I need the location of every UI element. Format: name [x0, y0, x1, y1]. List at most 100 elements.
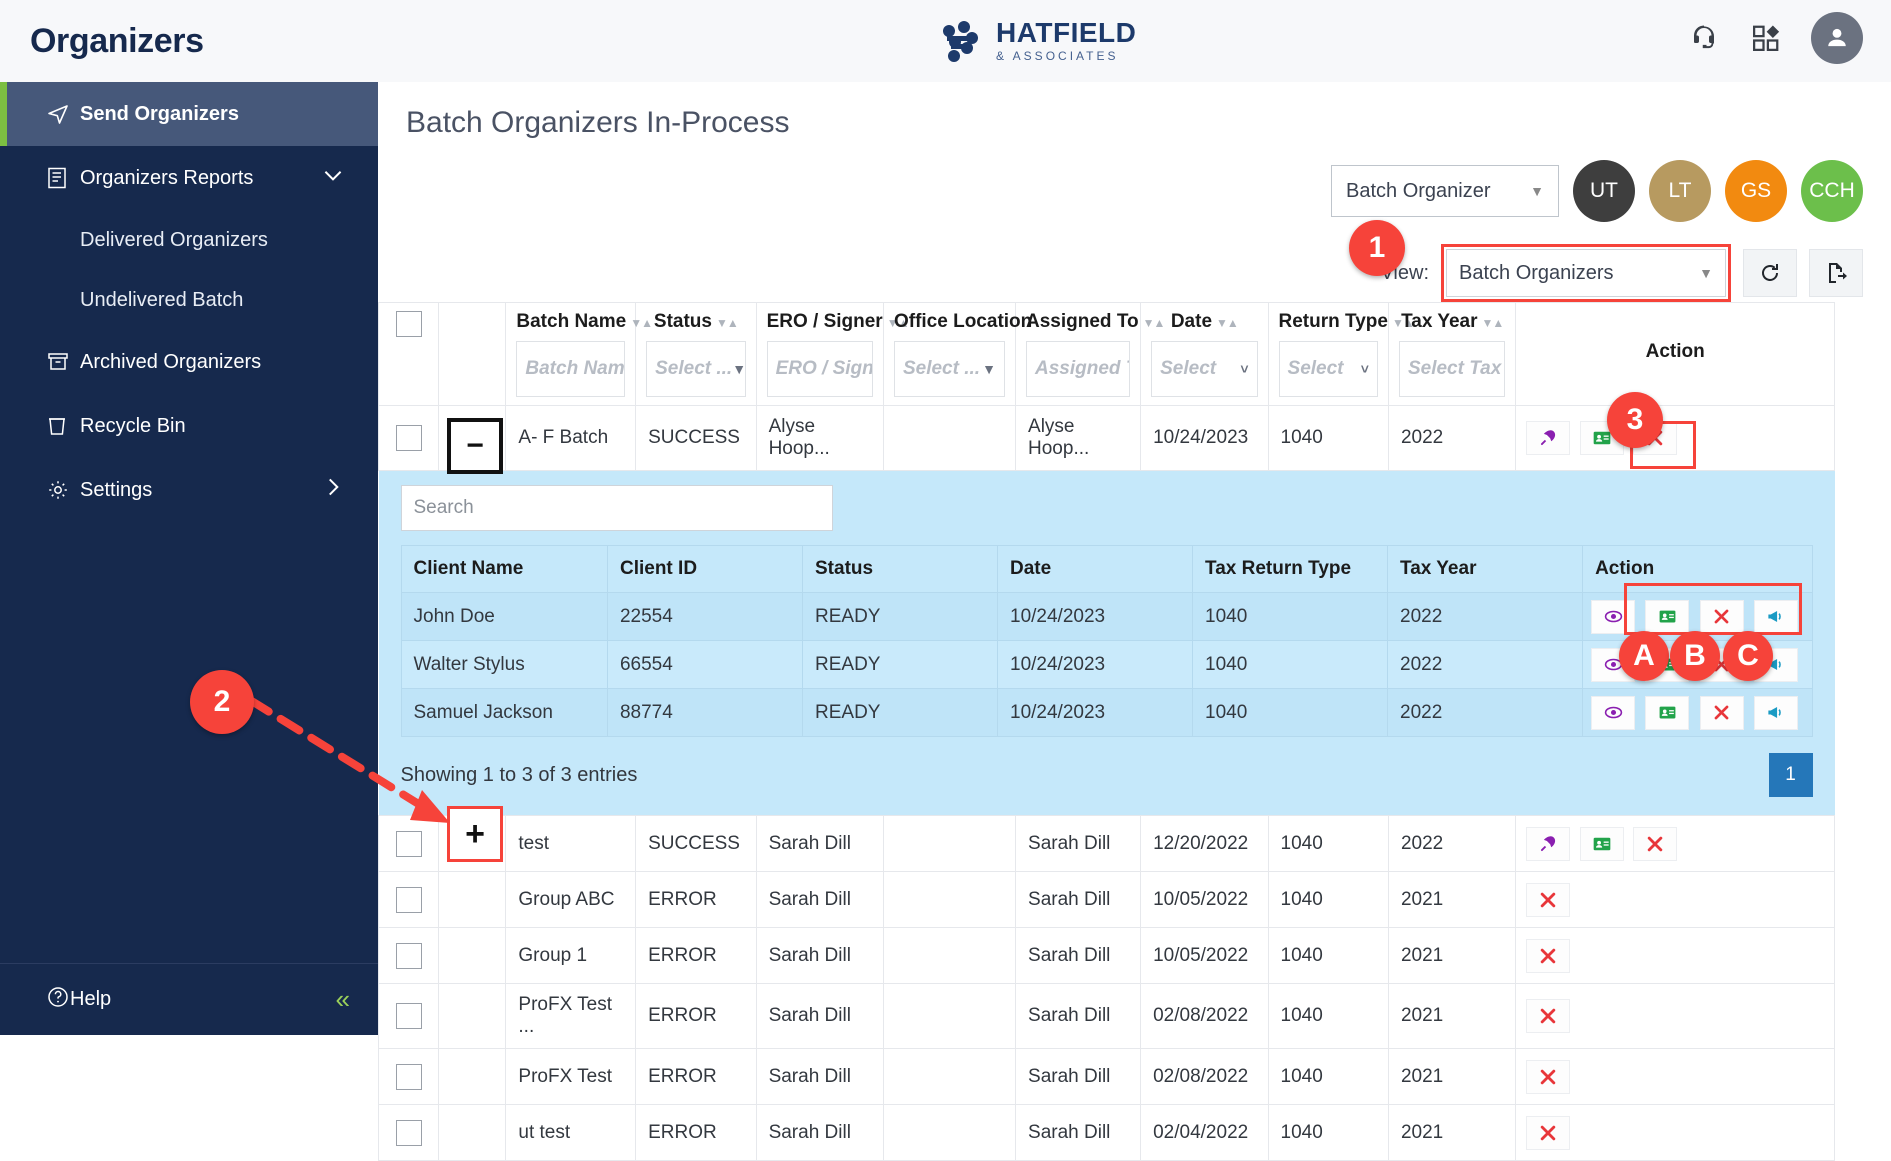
select-all-checkbox[interactable] — [395, 311, 422, 337]
view-dropdown-value: Batch Organizers — [1459, 261, 1614, 284]
delete-x-icon[interactable] — [1526, 1115, 1571, 1150]
collapse-minus-glyph[interactable]: − — [447, 418, 503, 474]
cell-status: SUCCESS — [635, 405, 757, 471]
filter-return-type[interactable]: Select ˅ — [1278, 341, 1378, 397]
cell-status: ERROR — [635, 927, 757, 984]
sub-table-search-input[interactable]: Search — [400, 485, 833, 531]
filter-batch-name[interactable]: Batch Name — [516, 341, 626, 397]
product-pill-lt[interactable]: LT — [1649, 160, 1711, 222]
sidebar-item-delivered-organizers[interactable]: Delivered Organizers — [0, 210, 378, 270]
table-row[interactable]: ProFX Test ERROR Sarah Dill Sarah Dill 0… — [377, 1048, 1835, 1105]
cell-actions — [1515, 927, 1835, 984]
sort-icon[interactable]: ▼▲ — [716, 316, 739, 330]
row-checkbox[interactable] — [395, 1119, 422, 1146]
cell-ero-signer: Sarah Dill — [755, 871, 884, 928]
filter-status[interactable]: Select ... ▼ — [646, 341, 746, 397]
cell-assigned-to: Alyse Hoop... — [1015, 405, 1142, 471]
cell-tax-year: 2021 — [1387, 927, 1517, 984]
app-title: Organizers — [30, 21, 204, 60]
filter-ero-signer[interactable]: ERO / Signer — [766, 341, 873, 397]
table-row[interactable]: ut test ERROR Sarah Dill Sarah Dill 02/0… — [377, 1104, 1835, 1161]
delete-x-icon[interactable] — [1526, 999, 1571, 1033]
product-pill-cch[interactable]: CCH — [1801, 160, 1863, 222]
sort-icon[interactable]: ▼▲ — [1216, 316, 1239, 330]
preview-eye-icon[interactable] — [1591, 599, 1636, 634]
marker-label: 1 — [1368, 231, 1386, 264]
product-pill-gs[interactable]: GS — [1725, 160, 1787, 222]
sidebar-item-organizers-reports[interactable]: Organizers Reports — [0, 146, 378, 210]
sub-table-row[interactable]: Walter Stylus 66554 READY 10/24/2023 104… — [400, 640, 1813, 689]
marker-label: 2 — [213, 685, 231, 718]
row-checkbox[interactable] — [395, 830, 422, 857]
sidebar-item-undelivered-batch[interactable]: Undelivered Batch — [0, 270, 378, 330]
view-dropdown[interactable]: Batch Organizers ▼ — [1446, 249, 1726, 297]
headset-icon[interactable] — [1687, 21, 1721, 55]
sub-cell-date: 10/24/2023 — [997, 688, 1194, 737]
sidebar-item-send-organizers[interactable]: Send Organizers — [0, 82, 378, 146]
chevrons-left-icon[interactable]: « — [336, 984, 350, 1015]
sidebar-item-archived-organizers[interactable]: Archived Organizers — [0, 330, 378, 394]
row-checkbox[interactable] — [395, 1003, 422, 1029]
user-avatar-icon[interactable] — [1811, 12, 1863, 64]
pagination-page-1[interactable]: 1 — [1768, 753, 1813, 797]
sidebar-item-recycle-bin[interactable]: Recycle Bin — [0, 394, 378, 458]
sub-cell-client-id: 66554 — [606, 640, 804, 689]
megaphone-icon[interactable] — [1753, 695, 1798, 730]
cell-tax-year: 2021 — [1387, 871, 1517, 928]
filter-tax-year[interactable]: Select Tax Year...▼ — [1398, 341, 1506, 397]
rocket-icon[interactable] — [1526, 826, 1571, 861]
row-checkbox[interactable] — [395, 886, 422, 913]
cell-actions — [1515, 405, 1835, 471]
refresh-icon[interactable] — [1743, 249, 1797, 297]
apps-grid-icon[interactable] — [1749, 21, 1783, 55]
contact-card-icon[interactable] — [1645, 695, 1690, 730]
cell-batch-name: ut test — [505, 1104, 637, 1161]
contact-card-icon[interactable] — [1645, 599, 1690, 634]
row-checkbox[interactable] — [395, 425, 422, 451]
batch-organizer-select[interactable]: Batch Organizer ▼ — [1331, 165, 1559, 217]
cell-date: 10/05/2022 — [1140, 927, 1269, 984]
annotation-marker-a: A — [1619, 631, 1669, 681]
sub-table-row[interactable]: John Doe 22554 READY 10/24/2023 1040 202… — [400, 592, 1813, 641]
filter-assigned-to[interactable]: Assigned To — [1026, 341, 1131, 397]
chevron-down-icon: ▼ — [1699, 265, 1713, 281]
chevron-right-icon[interactable] — [320, 474, 346, 506]
table-row[interactable]: Group ABC ERROR Sarah Dill Sarah Dill 10… — [377, 871, 1835, 928]
delete-x-icon[interactable] — [1526, 882, 1571, 917]
delete-x-icon[interactable] — [1699, 695, 1744, 730]
contact-card-icon[interactable] — [1579, 826, 1624, 861]
sidebar: Send Organizers Organizers Reports Deliv… — [0, 82, 378, 1035]
rocket-icon[interactable] — [1526, 421, 1571, 455]
sort-icon[interactable]: ▼▲ — [630, 316, 653, 330]
filter-date[interactable]: Select ˅ — [1151, 341, 1258, 397]
delete-x-icon[interactable] — [1526, 938, 1571, 973]
table-row[interactable]: ProFX Test ... ERROR Sarah Dill Sarah Di… — [377, 983, 1835, 1049]
expand-plus-glyph[interactable]: + — [447, 806, 503, 862]
delete-x-icon[interactable] — [1699, 599, 1744, 634]
cell-ero-signer: Sarah Dill — [755, 815, 884, 872]
table-row[interactable]: Group 1 ERROR Sarah Dill Sarah Dill 10/0… — [377, 927, 1835, 984]
trash-bin-icon — [46, 414, 80, 438]
sub-cell-date: 10/24/2023 — [997, 592, 1194, 641]
cell-status: SUCCESS — [635, 815, 757, 872]
cell-date: 10/05/2022 — [1140, 871, 1269, 928]
delete-x-icon[interactable] — [1526, 1059, 1571, 1094]
sub-table-row[interactable]: Samuel Jackson 88774 READY 10/24/2023 10… — [400, 688, 1813, 737]
header-label: Date — [1170, 311, 1213, 332]
product-pill-ut[interactable]: UT — [1573, 160, 1635, 222]
megaphone-icon[interactable] — [1753, 599, 1798, 634]
row-checkbox[interactable] — [395, 1063, 422, 1090]
filter-office-location[interactable]: Select ... ▼ — [893, 341, 1006, 397]
sidebar-item-settings[interactable]: Settings — [0, 458, 378, 522]
sort-icon[interactable]: ▼▲ — [1482, 316, 1505, 330]
chevron-down-icon[interactable] — [320, 162, 346, 194]
export-file-icon[interactable] — [1809, 249, 1863, 297]
cell-assigned-to: Sarah Dill — [1015, 983, 1142, 1049]
cell-date: 02/08/2022 — [1140, 983, 1269, 1049]
sort-icon[interactable]: ▼▲ — [1143, 316, 1166, 330]
row-checkbox[interactable] — [395, 942, 422, 969]
table-row[interactable]: + test SUCCESS Sarah Dill Sarah Dill 12/… — [377, 815, 1835, 872]
sidebar-item-help[interactable]: Help « — [0, 963, 378, 1035]
preview-eye-icon[interactable] — [1591, 695, 1636, 730]
delete-x-icon[interactable] — [1633, 826, 1678, 861]
